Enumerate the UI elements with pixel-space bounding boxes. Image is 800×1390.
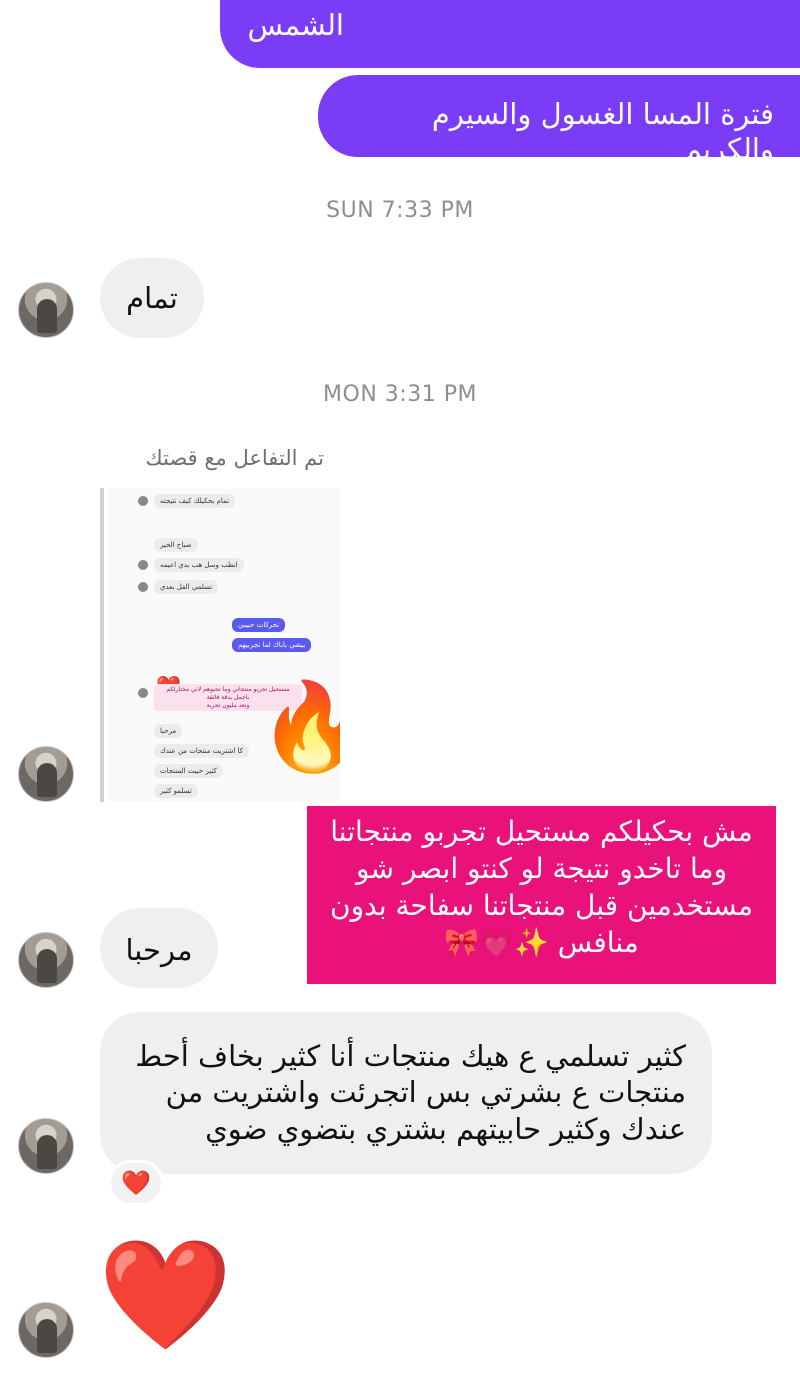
mini-promo-line: وبعد مليون تجربة: [206, 701, 250, 709]
story-reply-line: [100, 488, 104, 802]
story-caption: مش بحكيلكم مستحيل تجربو منتجاتنا وما تاخ…: [307, 806, 776, 984]
outgoing-message[interactable]: الشمس: [220, 0, 800, 68]
big-heart-emoji[interactable]: ❤️: [98, 1242, 232, 1350]
heart-icon: ❤️: [121, 1169, 151, 1197]
avatar[interactable]: [18, 1302, 74, 1358]
reaction-badge[interactable]: ❤️: [108, 1160, 164, 1206]
mini-avatar: [138, 560, 148, 570]
mini-message: مرحبا: [154, 724, 183, 738]
message-text: تمام: [126, 281, 178, 315]
mini-message: تسلمو كثير: [154, 784, 198, 798]
mini-message: كا اشتريت منتجات من عندك: [154, 744, 249, 758]
timestamp: SUN 7:33 PM: [326, 198, 474, 223]
mini-avatar: [138, 688, 148, 698]
story-screenshot[interactable]: تمام بحكيلك كيف نتيجته صباح الخير انطب و…: [108, 488, 340, 802]
message-text: مرحبا: [125, 933, 193, 967]
incoming-message[interactable]: مرحبا: [100, 908, 218, 988]
mini-message: تسلمي الفل بعدي: [154, 580, 219, 594]
incoming-message[interactable]: كثير تسلمي ع هيك منتجات أنا كثير بخاف أح…: [100, 1012, 712, 1174]
caption-text: مش بحكيلكم مستحيل تجربو منتجاتنا وما تاخ…: [330, 815, 753, 959]
incoming-message[interactable]: تمام: [100, 258, 204, 338]
timestamp: MON 3:31 PM: [323, 382, 477, 407]
mini-message: بيشي باباك لما تجربيهم: [232, 638, 312, 652]
mini-avatar: [138, 582, 148, 592]
mini-message: تحركات حبيبي: [232, 618, 286, 632]
fire-emoji: 🔥: [258, 677, 340, 777]
mini-avatar: [138, 496, 148, 506]
story-reaction-label: تم التفاعل مع قصتك: [145, 446, 324, 470]
avatar[interactable]: [18, 746, 74, 802]
mini-timestamp: [204, 522, 206, 528]
mini-message: صباح الخير: [154, 538, 198, 552]
message-text: كثير تسلمي ع هيك منتجات أنا كثير بخاف أح…: [135, 1039, 686, 1146]
mini-message: تمام بحكيلك كيف نتيجته: [154, 494, 236, 508]
mini-message: انطب وسل هب بدي اعيمه: [154, 558, 244, 572]
avatar[interactable]: [18, 282, 74, 338]
mini-message: كثير حبيت المنتجات: [154, 764, 223, 778]
message-text: الشمس: [247, 8, 344, 42]
message-text: فترة المسا الغسول والسيرم والكريم: [431, 97, 774, 166]
outgoing-message[interactable]: فترة المسا الغسول والسيرم والكريم: [318, 75, 800, 166]
avatar[interactable]: [18, 932, 74, 988]
avatar[interactable]: [18, 1118, 74, 1174]
